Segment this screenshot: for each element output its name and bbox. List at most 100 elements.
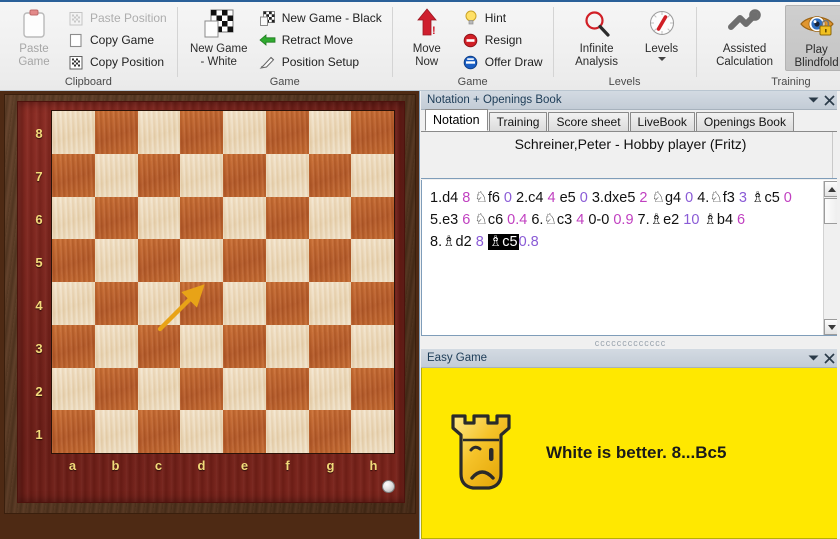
- move-entry[interactable]: 0-0 0.9: [588, 212, 633, 228]
- move-san[interactable]: c4: [528, 190, 543, 206]
- board-square-h6[interactable]: [351, 197, 394, 240]
- move-list-area[interactable]: 1.d4 8 ♘f6 0 2.c4 4 e5 0 3.dxe5 2 ♘g4 0 …: [421, 180, 840, 336]
- tab-notation[interactable]: Notation: [425, 109, 488, 131]
- board-square-h2[interactable]: [351, 368, 394, 411]
- board-square-d4[interactable]: [180, 282, 223, 325]
- move-san[interactable]: ♘f6: [474, 190, 500, 206]
- board-square-f6[interactable]: [266, 197, 309, 240]
- board-square-b6[interactable]: [95, 197, 138, 240]
- chess-board[interactable]: [51, 110, 395, 454]
- board-square-h8[interactable]: [351, 111, 394, 154]
- move-entry[interactable]: 2.c4 4: [516, 190, 556, 206]
- board-square-g5[interactable]: [309, 239, 352, 282]
- move-san[interactable]: ♗c5: [488, 234, 519, 250]
- board-square-c4[interactable]: [138, 282, 181, 325]
- board-square-a5[interactable]: [52, 239, 95, 282]
- move-san[interactable]: ♗e2: [650, 212, 680, 228]
- move-entry[interactable]: 3.dxe5 2: [592, 190, 648, 206]
- board-square-e3[interactable]: [223, 325, 266, 368]
- board-square-h3[interactable]: [351, 325, 394, 368]
- move-entry[interactable]: 4.♘f3 3: [697, 190, 747, 206]
- close-icon[interactable]: [821, 350, 837, 366]
- close-icon[interactable]: [821, 92, 837, 108]
- position-setup-button[interactable]: Position Setup: [258, 51, 386, 73]
- board-square-b4[interactable]: [95, 282, 138, 325]
- board-square-e5[interactable]: [223, 239, 266, 282]
- board-square-c3[interactable]: [138, 325, 181, 368]
- levels-button[interactable]: Levels: [634, 5, 690, 61]
- move-san[interactable]: ♘c6: [474, 212, 503, 228]
- board-square-g8[interactable]: [309, 111, 352, 154]
- move-san[interactable]: e5: [560, 190, 576, 206]
- move-san[interactable]: ♘c3: [543, 212, 572, 228]
- panel-menu-caret-icon[interactable]: [805, 350, 821, 366]
- board-square-e7[interactable]: [223, 154, 266, 197]
- board-square-d7[interactable]: [180, 154, 223, 197]
- tab-openings-book[interactable]: Openings Book: [696, 112, 794, 131]
- assisted-calculation-button[interactable]: Assisted Calculation: [705, 5, 785, 69]
- board-square-f2[interactable]: [266, 368, 309, 411]
- move-list[interactable]: 1.d4 8 ♘f6 0 2.c4 4 e5 0 3.dxe5 2 ♘g4 0 …: [422, 180, 807, 253]
- move-entry[interactable]: 7.♗e2 10: [638, 212, 700, 228]
- board-square-f3[interactable]: [266, 325, 309, 368]
- resign-button[interactable]: Resign: [461, 29, 547, 51]
- board-square-e6[interactable]: [223, 197, 266, 240]
- board-square-d8[interactable]: [180, 111, 223, 154]
- board-square-d6[interactable]: [180, 197, 223, 240]
- board-square-b2[interactable]: [95, 368, 138, 411]
- board-square-f7[interactable]: [266, 154, 309, 197]
- infinite-analysis-button[interactable]: Infinite Analysis: [562, 5, 632, 69]
- board-square-g6[interactable]: [309, 197, 352, 240]
- board-square-g7[interactable]: [309, 154, 352, 197]
- board-square-f1[interactable]: [266, 410, 309, 453]
- board-square-f8[interactable]: [266, 111, 309, 154]
- move-entry[interactable]: ♗c5 0: [751, 190, 792, 206]
- move-entry[interactable]: 5.e3 6: [430, 212, 470, 228]
- tab-livebook[interactable]: LiveBook: [630, 112, 695, 131]
- move-san[interactable]: ♘g4: [652, 190, 682, 206]
- board-square-a7[interactable]: [52, 154, 95, 197]
- move-san[interactable]: ♗c5: [751, 190, 780, 206]
- board-square-a2[interactable]: [52, 368, 95, 411]
- board-square-a3[interactable]: [52, 325, 95, 368]
- board-square-c2[interactable]: [138, 368, 181, 411]
- board-square-e4[interactable]: [223, 282, 266, 325]
- move-san[interactable]: dxe5: [604, 190, 635, 206]
- move-entry[interactable]: e5 0: [560, 190, 588, 206]
- copy-game-button[interactable]: Copy Game: [66, 29, 171, 51]
- board-square-c6[interactable]: [138, 197, 181, 240]
- board-square-e2[interactable]: [223, 368, 266, 411]
- board-square-c7[interactable]: [138, 154, 181, 197]
- board-square-d3[interactable]: [180, 325, 223, 368]
- board-square-b7[interactable]: [95, 154, 138, 197]
- board-square-g3[interactable]: [309, 325, 352, 368]
- board-square-g2[interactable]: [309, 368, 352, 411]
- chevron-down-icon[interactable]: [658, 57, 666, 61]
- board-square-h4[interactable]: [351, 282, 394, 325]
- notation-tabs[interactable]: Notation Training Score sheet LiveBook O…: [421, 110, 840, 132]
- board-square-f5[interactable]: [266, 239, 309, 282]
- board-square-b1[interactable]: [95, 410, 138, 453]
- move-entry[interactable]: 8.♗d2 8: [430, 234, 484, 250]
- move-san[interactable]: ♗b4: [703, 212, 733, 228]
- board-square-c1[interactable]: [138, 410, 181, 453]
- move-san[interactable]: e3: [442, 212, 458, 228]
- panel-splitter[interactable]: ccccccccccccc: [421, 337, 840, 348]
- move-now-button[interactable]: ! Move Now: [399, 5, 455, 69]
- board-square-a4[interactable]: [52, 282, 95, 325]
- paste-position-button[interactable]: Paste Position: [66, 7, 171, 29]
- move-entry[interactable]: ♘g4 0: [652, 190, 694, 206]
- tab-training[interactable]: Training: [489, 112, 548, 131]
- play-blindfold-button[interactable]: Play Blindfold: [785, 5, 840, 71]
- new-game-black-button[interactable]: New Game - Black: [258, 7, 386, 29]
- board-square-e8[interactable]: [223, 111, 266, 154]
- paste-game-button[interactable]: Paste Game: [6, 5, 62, 69]
- board-square-b8[interactable]: [95, 111, 138, 154]
- board-square-d1[interactable]: [180, 410, 223, 453]
- board-squares[interactable]: [52, 111, 394, 453]
- move-entry[interactable]: ♘f6 0: [474, 190, 512, 206]
- board-square-c8[interactable]: [138, 111, 181, 154]
- board-square-h7[interactable]: [351, 154, 394, 197]
- tab-score-sheet[interactable]: Score sheet: [548, 112, 628, 131]
- board-square-a6[interactable]: [52, 197, 95, 240]
